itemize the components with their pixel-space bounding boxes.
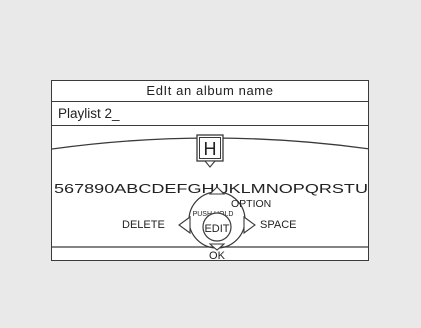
- delete-label[interactable]: DELETE: [122, 219, 165, 231]
- edit-button[interactable]: EDIT: [202, 212, 232, 242]
- selected-character: H: [204, 139, 217, 159]
- option-label[interactable]: OPTION: [231, 198, 271, 210]
- space-label[interactable]: SPACE: [260, 219, 296, 231]
- album-name-editor: EdIt an album name Playlist 2_ H 567890A…: [51, 80, 369, 261]
- ok-label[interactable]: OK: [209, 250, 226, 261]
- selected-character-box: H: [196, 134, 224, 168]
- edit-label: EDIT: [204, 223, 229, 235]
- triangle-left-icon[interactable]: [178, 215, 191, 235]
- character-dial[interactable]: H 567890ABCDEFGHIJKLMNOPQRSTU OPTION PUS…: [52, 81, 369, 261]
- triangle-right-icon[interactable]: [243, 215, 256, 235]
